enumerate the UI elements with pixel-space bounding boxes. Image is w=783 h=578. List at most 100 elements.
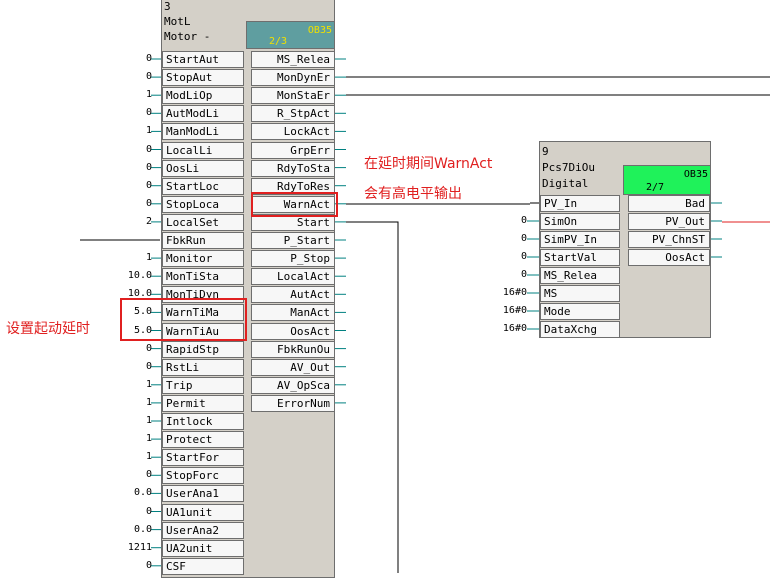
di-output-pin[interactable]: Bad [628, 195, 710, 212]
motl-block-number: 3 [164, 0, 171, 13]
motl-input-value[interactable]: 1211 [108, 539, 152, 556]
motl-input-value[interactable]: 2 [108, 213, 152, 230]
motl-input-pin[interactable]: StopLoca [162, 195, 244, 213]
motl-output-pin[interactable]: OosAct [251, 322, 335, 340]
di-input-value[interactable]: 16#0 [483, 320, 527, 337]
motl-output-pin[interactable]: LockAct [251, 123, 335, 141]
motl-input-pin[interactable]: StopForc [162, 467, 244, 485]
warntime-highlight-box [120, 298, 247, 341]
motl-input-value[interactable]: 0 [108, 358, 152, 375]
motl-input-pin[interactable]: StopAut [162, 69, 244, 87]
motl-input-value[interactable]: 1 [108, 430, 152, 447]
motl-input-value[interactable]: 0 [108, 466, 152, 483]
motl-ob-name: OB35 [307, 25, 332, 36]
motl-output-pin[interactable]: MS_Relea [251, 51, 335, 68]
di-input-pin[interactable]: MS [540, 285, 620, 302]
motl-input-value[interactable]: 1 [108, 394, 152, 411]
motl-output-pin[interactable]: AutAct [251, 286, 335, 304]
motl-input-pin[interactable]: UserAna1 [162, 485, 244, 503]
motl-input-pin[interactable]: RapidStp [162, 340, 244, 358]
motl-input-pin[interactable]: AutModLi [162, 105, 244, 123]
motl-output-pin[interactable]: P_Start [251, 232, 335, 249]
di-input-pin[interactable]: MS_Relea [540, 267, 620, 284]
motl-input-pin[interactable]: Permit [162, 394, 244, 412]
motor-output-stubs [335, 58, 346, 404]
motl-input-pin[interactable]: StartFor [162, 449, 244, 467]
di-input-pin[interactable]: SimOn [540, 213, 620, 230]
motl-input-pin[interactable]: UA1unit [162, 503, 244, 521]
motl-input-pin[interactable]: FbkRun [162, 232, 244, 249]
motl-input-value[interactable]: 0 [108, 104, 152, 121]
motl-output-pin[interactable]: AV_OpSca [251, 376, 335, 394]
motl-input-value[interactable]: 0 [108, 177, 152, 194]
motl-input-pin[interactable]: Monitor [162, 250, 244, 268]
di-block-type: Pcs7DiOu [542, 161, 595, 174]
di-input-value[interactable]: 0 [483, 248, 527, 265]
motl-input-value[interactable]: 1 [108, 86, 152, 103]
motl-input-value[interactable]: 0 [108, 50, 152, 67]
motl-input-value[interactable]: 1 [108, 376, 152, 393]
motl-ob-header: OB35 2/3 [246, 21, 335, 49]
motl-output-pin[interactable]: MonStaEr [251, 87, 335, 105]
motl-input-value[interactable]: 0 [108, 195, 152, 212]
motl-input-pin[interactable]: OosLi [162, 159, 244, 177]
motl-input-pin[interactable]: Intlock [162, 413, 244, 430]
motl-input-value[interactable]: 0 [108, 68, 152, 85]
motl-input-value[interactable]: 0 [108, 159, 152, 176]
motl-input-pin[interactable]: ManModLi [162, 123, 244, 141]
motl-output-pin[interactable]: FbkRunOu [251, 340, 335, 358]
di-input-pin[interactable]: SimPV_In [540, 231, 620, 248]
motl-output-pin[interactable]: AV_Out [251, 358, 335, 376]
motl-output-pin[interactable]: LocalAct [251, 268, 335, 286]
motl-block-type: MotL [164, 15, 191, 28]
motl-input-value[interactable]: 0 [108, 557, 152, 574]
motl-input-pin[interactable]: RstLi [162, 358, 244, 376]
di-input-value[interactable]: 16#0 [483, 284, 527, 301]
motl-input-value[interactable]: 1 [108, 448, 152, 465]
motl-input-pin[interactable]: CSF [162, 557, 244, 575]
motl-input-pin[interactable]: ModLiOp [162, 87, 244, 105]
motl-output-pin[interactable]: RdyToSta [251, 159, 335, 177]
di-input-pin[interactable]: PV_In [540, 195, 620, 212]
motl-input-value[interactable]: 10.0 [108, 267, 152, 284]
motl-input-value[interactable]: 0 [108, 503, 152, 520]
motl-input-pin[interactable]: Protect [162, 431, 244, 449]
motl-input-value[interactable]: 1 [108, 122, 152, 139]
motl-input-pin[interactable]: Trip [162, 376, 244, 394]
motl-input-pin[interactable]: UA2unit [162, 539, 244, 557]
motl-input-pin[interactable]: MonTiSta [162, 268, 244, 286]
delay-note: 设置起动延时 [6, 321, 90, 337]
motl-input-pin[interactable]: UserAna2 [162, 521, 244, 539]
motl-input-pin[interactable]: LocalLi [162, 141, 244, 159]
di-output-pin[interactable]: OosAct [628, 249, 710, 266]
motl-output-pin[interactable]: MonDynEr [251, 69, 335, 87]
wire-start [346, 221, 399, 573]
di-input-value[interactable]: 0 [483, 230, 527, 247]
motl-output-pin[interactable]: R_StpAct [251, 105, 335, 123]
motl-output-pin[interactable]: P_Stop [251, 250, 335, 268]
motl-ob-position: 2/3 [269, 36, 288, 47]
di-output-pin[interactable]: PV_ChnST [628, 231, 710, 248]
di-input-value[interactable]: 0 [483, 266, 527, 283]
di-input-value[interactable]: 0 [483, 212, 527, 229]
motl-input-value[interactable]: 0.0 [108, 521, 152, 538]
di-input-pin[interactable]: Mode [540, 303, 620, 320]
di-input-value[interactable]: 16#0 [483, 302, 527, 319]
di-block-number: 9 [542, 145, 549, 158]
motl-input-value[interactable]: 1 [108, 412, 152, 429]
di-output-pin[interactable]: PV_Out [628, 213, 710, 230]
di-input-pin[interactable]: DataXchg [540, 321, 620, 338]
motl-input-pin[interactable]: StartAut [162, 51, 244, 68]
motl-input-value[interactable]: 1 [108, 249, 152, 266]
motl-input-pin[interactable]: LocalSet [162, 213, 244, 231]
motl-input-pin[interactable]: StartLoc [162, 177, 244, 195]
motl-input-value[interactable]: 0 [108, 141, 152, 158]
motl-output-pin[interactable]: GrpErr [251, 141, 335, 159]
di-input-pin[interactable]: StartVal [540, 249, 620, 266]
motl-output-pin[interactable]: ErrorNum [251, 394, 335, 412]
motl-input-value[interactable]: 0.0 [108, 484, 152, 501]
warnact-note-line2: 会有高电平输出 [364, 186, 462, 202]
motl-input-value[interactable]: 0 [108, 340, 152, 357]
motl-output-pin[interactable]: ManAct [251, 304, 335, 322]
di-ob-header: OB35 2/7 [623, 165, 711, 195]
